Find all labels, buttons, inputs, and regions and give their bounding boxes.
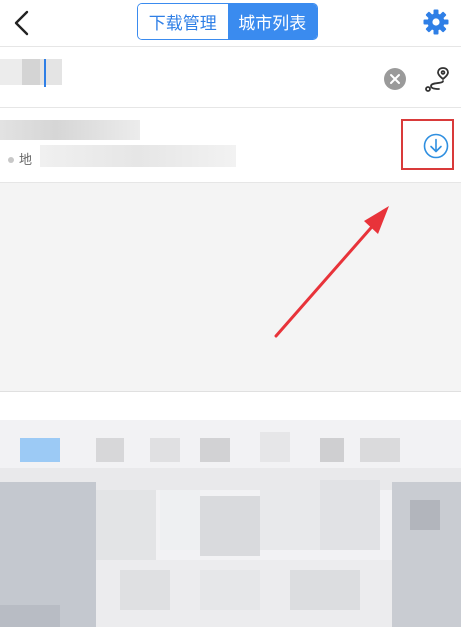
chevron-left-icon xyxy=(14,10,29,36)
route-icon[interactable] xyxy=(423,65,451,93)
city-name-blurred xyxy=(0,120,140,140)
address-prefix: 地 xyxy=(19,153,33,168)
city-result-row[interactable]: 地 xyxy=(0,108,461,183)
search-input[interactable] xyxy=(0,57,62,87)
search-row xyxy=(0,47,461,108)
city-size-blurred xyxy=(40,145,236,167)
keyboard-blurred xyxy=(0,420,461,627)
empty-list-area xyxy=(0,183,461,392)
text-caret xyxy=(44,59,46,87)
segmented-tabs: 下载管理 城市列表 xyxy=(137,3,318,40)
status-dot xyxy=(8,157,14,163)
top-bar: 下载管理 城市列表 xyxy=(0,0,461,47)
clear-icon xyxy=(390,74,400,84)
gear-icon[interactable] xyxy=(422,8,450,36)
tab-city-list[interactable]: 城市列表 xyxy=(227,4,317,39)
download-icon[interactable] xyxy=(423,133,449,159)
back-button[interactable] xyxy=(6,7,38,39)
clear-button[interactable] xyxy=(384,68,406,90)
tab-download-manager[interactable]: 下载管理 xyxy=(138,4,228,39)
